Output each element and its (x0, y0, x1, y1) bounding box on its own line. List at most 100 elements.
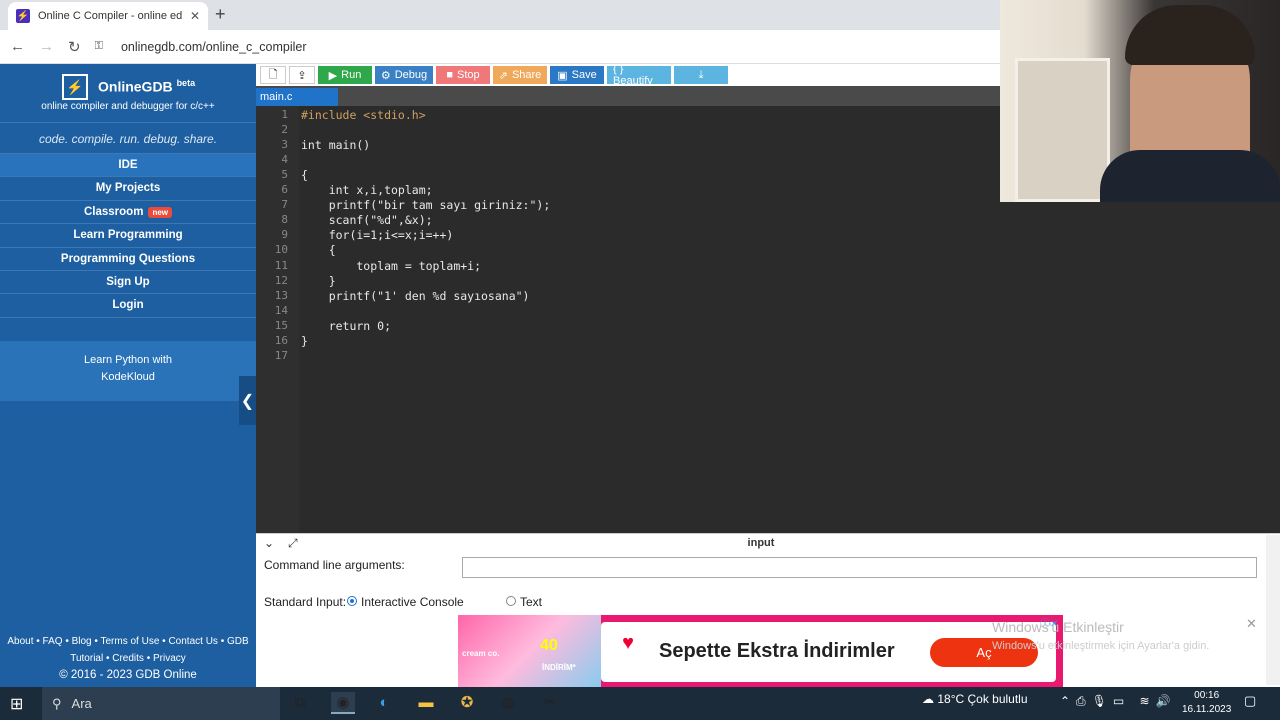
sidebar-item-ide[interactable]: IDE (0, 154, 256, 178)
close-icon[interactable]: ✕ (1246, 616, 1257, 632)
code-line[interactable]: int main() (301, 138, 370, 152)
cmd-args-input[interactable] (462, 557, 1257, 578)
stop-button[interactable]: ■ Stop (436, 66, 490, 84)
ad-product-image[interactable]: cream co. 40 İNDİRİM* (458, 615, 601, 687)
new-file-button[interactable]: 🗋 (260, 66, 286, 84)
chrome-icon[interactable]: ◉ (331, 692, 355, 714)
code-line[interactable]: } (301, 274, 336, 288)
onlinegdb-favicon-icon: ⚡ (16, 9, 30, 23)
debug-icon: ⚙ (380, 69, 391, 82)
code-line[interactable]: { (301, 168, 308, 182)
code-line[interactable]: } (301, 334, 308, 348)
play-icon: ▶ (328, 69, 338, 82)
beautify-button[interactable]: { } Beautify (607, 63, 671, 87)
webcam-shirt (1100, 150, 1280, 202)
address-bar[interactable]: onlinegdb.com/online_c_compiler (121, 40, 307, 54)
webcam-hair (1125, 5, 1255, 65)
onlinegdb-logo-icon[interactable]: ⚡ (62, 74, 88, 100)
medal-app-icon[interactable]: ✪ (455, 692, 479, 714)
footer-links[interactable]: About • FAQ • Blog • Terms of Use • Cont… (0, 634, 256, 651)
sidebar-item-programming-questions[interactable]: Programming Questions (0, 248, 256, 271)
app-icon[interactable]: ◍ (496, 692, 520, 714)
sidebar-menu: IDE My Projects Classroom new Learn Progr… (0, 154, 256, 318)
code-line[interactable]: scanf("%d",&x); (301, 213, 433, 227)
site-info-icon[interactable]: ⚿ (95, 40, 103, 53)
code-line[interactable]: { (301, 243, 336, 257)
search-icon: ⚲ (52, 695, 62, 711)
snipping-tool-icon[interactable]: ✂ (538, 692, 562, 714)
code-line[interactable]: #include <stdio.h> (301, 108, 426, 122)
webcam-door (1015, 58, 1110, 202)
weather-icon: ☁ (922, 692, 934, 706)
line-number: 1 (281, 108, 288, 121)
code-line[interactable]: int x,i,toplam; (301, 183, 433, 197)
share-label: Share (511, 69, 542, 81)
code-line[interactable]: printf("1' den %d sayıosana") (301, 289, 530, 303)
brand-text: OnlineGDB (98, 78, 173, 95)
beautify-label: { } Beautify (613, 63, 653, 87)
interactive-console-label[interactable]: Interactive Console (361, 595, 464, 609)
navigation-bar: ← → ↻ ⚿ onlinegdb.com/online_c_compiler (0, 30, 1000, 64)
code-line[interactable]: printf("bir tam sayı giriniz:"); (301, 198, 551, 212)
new-tab-button[interactable]: + (215, 4, 226, 25)
promo-banner[interactable]: Learn Python with KodeKloud (0, 341, 256, 401)
sidebar-item-my-projects[interactable]: My Projects (0, 177, 256, 201)
file-explorer-icon[interactable]: ▬ (414, 692, 438, 714)
save-button[interactable]: ▣ Save (550, 66, 604, 84)
input-panel-title: input (747, 537, 775, 549)
footer-links-2[interactable]: Tutorial • Credits • Privacy (0, 651, 256, 668)
code-line[interactable]: return 0; (301, 319, 391, 333)
input-panel-scrollbar[interactable] (1266, 535, 1280, 685)
line-number: 6 (281, 183, 288, 197)
run-label: Run (341, 69, 362, 81)
run-button[interactable]: ▶ Run (318, 66, 372, 84)
weather-widget[interactable]: ☁ 18°C Çok bulutlu (922, 692, 1028, 706)
copyright: © 2016 - 2023 GDB Online (59, 669, 197, 681)
brand-name[interactable]: OnlineGDB beta (98, 78, 195, 95)
debug-button[interactable]: ⚙ Debug (375, 66, 433, 84)
line-number: 2 (281, 123, 288, 137)
file-tab-main-c[interactable]: main.c (256, 88, 338, 106)
taskbar-search-label: Ara (71, 696, 92, 711)
forward-icon[interactable]: → (39, 38, 54, 55)
cmd-args-label: Command line arguments: (264, 558, 405, 572)
sidebar-item-label: Sign Up (106, 275, 150, 288)
code-line[interactable]: for(i=1;i<=x;i=++) (301, 228, 454, 242)
system-tray-icons[interactable]: ⌃⎙🎙▭ ≋🔊 (1060, 694, 1177, 709)
sidebar-item-label: Learn Programming (73, 229, 183, 242)
task-view-icon[interactable]: ⧉ (288, 692, 312, 714)
reload-icon[interactable]: ↻ (68, 38, 81, 56)
stop-icon: ■ (446, 69, 453, 81)
edge-icon[interactable]: ◐ (372, 692, 396, 714)
share-button[interactable]: ⇗ Share (493, 66, 547, 84)
browser-tab[interactable]: ⚡ Online C Compiler - online edito ✕ (8, 2, 208, 30)
line-number: 12 (274, 273, 288, 287)
download-button[interactable]: ⤓ (674, 66, 728, 84)
activation-watermark-text: Windows'u etkinleştirmek için Ayarlar'a … (992, 640, 1210, 652)
text-radio[interactable] (506, 596, 516, 606)
text-label[interactable]: Text (520, 595, 542, 609)
tab-title: Online C Compiler - online edito (38, 10, 182, 22)
back-icon[interactable]: ← (10, 38, 25, 55)
taskbar-search[interactable]: ⚲ Ara (42, 687, 280, 720)
close-tab-icon[interactable]: ✕ (190, 9, 200, 23)
upload-button[interactable]: ⇪ (289, 66, 315, 84)
line-number: 4 (281, 153, 288, 167)
ad-brand: cream co. (462, 649, 500, 658)
windows-start-icon[interactable]: ⊞ (10, 694, 23, 714)
line-number: 5 (281, 168, 288, 182)
code-line[interactable]: toplam = toplam+i; (301, 259, 481, 273)
sidebar-item-learn-programming[interactable]: Learn Programming (0, 224, 256, 248)
notification-icon[interactable]: ▢ (1244, 693, 1256, 709)
sidebar-item-sign-up[interactable]: Sign Up (0, 271, 256, 295)
webcam-overlay (1000, 0, 1280, 202)
ad-headline[interactable]: Sepette Ekstra İndirimler (659, 640, 895, 663)
interactive-console-radio[interactable] (347, 596, 357, 606)
promo-line1: Learn Python with (83, 354, 173, 366)
sidebar-item-label: Programming Questions (60, 252, 196, 265)
sidebar-item-login[interactable]: Login (0, 294, 256, 318)
clock[interactable]: 00:16 16.11.2023 (1182, 689, 1231, 717)
stop-label: Stop (457, 69, 480, 81)
sidebar-item-classroom[interactable]: Classroom new (0, 201, 256, 225)
collapse-sidebar-chevron-left-icon[interactable]: ❮ (239, 376, 256, 425)
